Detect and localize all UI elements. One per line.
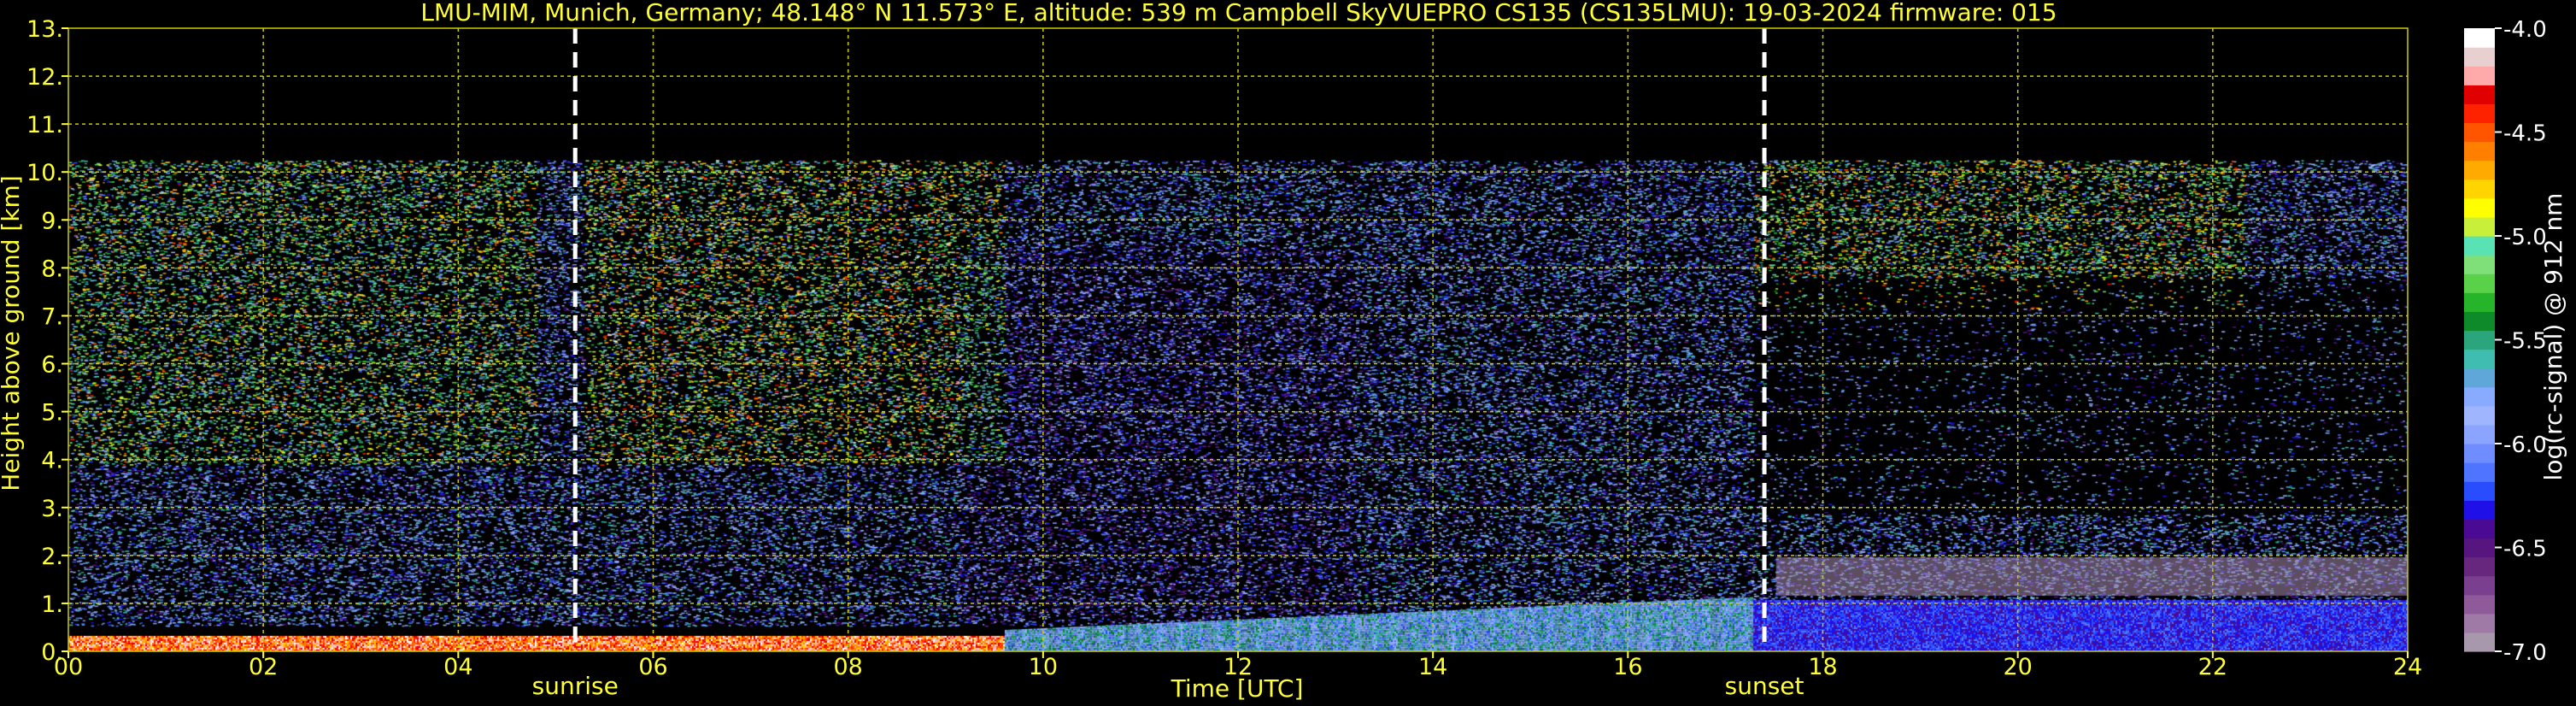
y-tick-label: 2. <box>41 544 63 570</box>
colorbar-swatch <box>2464 613 2495 633</box>
colorbar-swatch <box>2464 368 2495 388</box>
colorbar-swatch <box>2464 519 2495 539</box>
colorbar-swatch <box>2464 274 2495 293</box>
colorbar-tick-label: -7.0 <box>2503 640 2547 666</box>
colorbar-swatch <box>2464 575 2495 596</box>
colorbar-swatch <box>2464 85 2495 104</box>
chart-title: LMU-MIM, Munich, Germany; 48.148° N 11.5… <box>420 0 2057 26</box>
colorbar-swatch <box>2464 236 2495 256</box>
x-tick-label: 16 <box>1613 654 1642 680</box>
x-tick-label: 22 <box>2198 654 2227 680</box>
colorbar-tick-label: -4.0 <box>2503 17 2547 43</box>
colorbar-swatch <box>2464 462 2495 482</box>
colorbar-swatch <box>2464 386 2495 407</box>
ceilometer-chart: LMU-MIM, Munich, Germany; 48.148° N 11.5… <box>0 0 2576 706</box>
colorbar-swatch <box>2464 141 2495 162</box>
y-tick-label: 12. <box>26 64 63 91</box>
y-tick-label: 11. <box>26 112 63 138</box>
colorbar-swatch <box>2464 66 2495 85</box>
colorbar-tick-label: -4.5 <box>2503 121 2547 147</box>
colorbar-tick-label: -6.5 <box>2503 537 2547 562</box>
y-tick-label: 13. <box>26 16 63 43</box>
marker-label-sunset: sunset <box>1725 672 1804 700</box>
colorbar-swatch <box>2464 103 2495 124</box>
x-tick-label: 06 <box>638 654 667 680</box>
colorbar-swatch <box>2464 538 2495 558</box>
colorbar-swatch <box>2464 311 2495 332</box>
colorbar-swatch <box>2464 594 2495 615</box>
y-tick-label: 0. <box>41 639 63 666</box>
colorbar-swatch <box>2464 424 2495 444</box>
x-tick-label: 14 <box>1418 654 1447 680</box>
colorbar-swatch <box>2464 444 2495 463</box>
colorbar-swatch <box>2464 405 2495 426</box>
x-axis-label: Time [UTC] <box>1171 674 1304 703</box>
colorbar-swatch <box>2464 179 2495 199</box>
y-tick-label: 3. <box>41 496 63 522</box>
colorbar-swatch <box>2464 292 2495 312</box>
x-tick-label: 10 <box>1029 654 1058 680</box>
colorbar-swatch <box>2464 47 2495 67</box>
colorbar-swatch <box>2464 632 2495 652</box>
x-tick-label: 20 <box>2003 654 2032 680</box>
y-axis-label: Height above ground [km] <box>0 175 25 491</box>
y-tick-label: 8. <box>41 256 63 282</box>
marker-label-sunrise: sunrise <box>532 672 619 700</box>
y-tick-label: 6. <box>41 352 63 379</box>
colorbar-swatch <box>2464 28 2495 48</box>
y-tick-label: 1. <box>41 591 63 618</box>
x-tick-label: 04 <box>443 654 472 680</box>
x-tick-label: 08 <box>833 654 862 680</box>
y-tick-label: 7. <box>41 303 63 330</box>
x-tick-label: 18 <box>1808 654 1837 680</box>
colorbar-swatch <box>2464 500 2495 520</box>
colorbar-swatch <box>2464 330 2495 350</box>
colorbar-swatch <box>2464 349 2495 369</box>
x-tick-label: 02 <box>249 654 278 680</box>
y-tick-label: 5. <box>41 400 63 427</box>
y-tick-label: 9. <box>41 208 63 234</box>
colorbar-swatch <box>2464 556 2495 577</box>
colorbar-swatch <box>2464 216 2495 237</box>
colorbar-swatch <box>2464 160 2495 180</box>
colorbar-swatch <box>2464 255 2495 274</box>
colorbar-swatch <box>2464 197 2495 218</box>
colorbar-label: log(rc-signal) @ 912 nm <box>2539 193 2567 481</box>
x-tick-label: 24 <box>2393 654 2422 680</box>
y-tick-label: 4. <box>41 448 63 474</box>
y-tick-label: 10. <box>26 160 63 186</box>
colorbar-swatch <box>2464 481 2495 501</box>
colorbar-swatch <box>2464 122 2495 143</box>
